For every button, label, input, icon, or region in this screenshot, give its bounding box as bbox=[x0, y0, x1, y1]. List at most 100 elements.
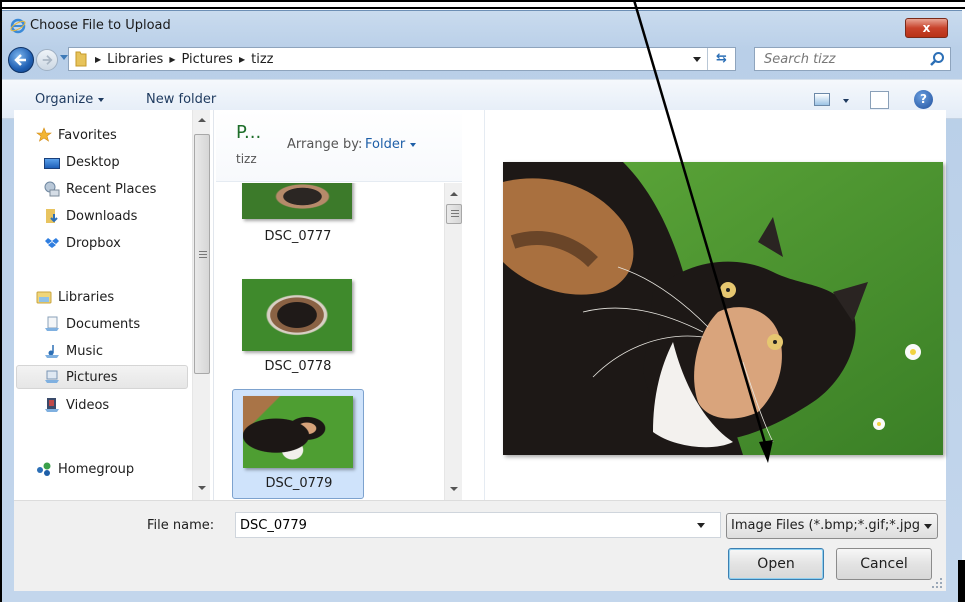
music-icon bbox=[45, 345, 59, 358]
file-item[interactable]: DSC_0777 bbox=[232, 183, 364, 259]
file-name-history-dropdown[interactable] bbox=[697, 523, 705, 528]
file-type-filter-value: Image Files (*.bmp;*.gif;*.jpg bbox=[731, 518, 920, 533]
change-view-icon[interactable] bbox=[814, 93, 830, 106]
sidebar-item-label: Documents bbox=[66, 316, 141, 332]
sidebar-item-label: Pictures bbox=[66, 369, 118, 385]
scrollbar-thumb[interactable] bbox=[446, 204, 462, 224]
thumbnail-image bbox=[242, 279, 352, 351]
back-arrow-icon bbox=[14, 54, 26, 66]
sidebar-item-pictures[interactable]: Pictures bbox=[16, 365, 188, 389]
address-bar[interactable]: ▶ Libraries ▶ Pictures ▶ tizz ⇆ bbox=[68, 47, 736, 71]
sidebar-item-homegroup[interactable]: Homegroup bbox=[36, 457, 212, 481]
sidebar-item-label: Libraries bbox=[58, 289, 115, 305]
arrange-by-value: Folder bbox=[365, 137, 406, 152]
back-button[interactable] bbox=[8, 47, 34, 73]
file-list-pane: P... tizz Arrange by: Folder DSC_0777 DS… bbox=[216, 110, 462, 500]
help-icon[interactable]: ? bbox=[914, 90, 933, 109]
documents-icon bbox=[45, 316, 59, 331]
recent-pages-dropdown[interactable] bbox=[60, 55, 68, 60]
close-icon: x bbox=[922, 21, 931, 35]
breadcrumb-tizz[interactable]: tizz bbox=[251, 52, 273, 67]
window-title: Choose File to Upload bbox=[30, 18, 171, 33]
scroll-up-arrow-icon[interactable] bbox=[450, 192, 458, 196]
dialog-content: Favorites Desktop Recent Places Download… bbox=[14, 110, 946, 500]
chevron-down-icon bbox=[924, 524, 932, 529]
breadcrumb-pictures[interactable]: Pictures bbox=[181, 52, 232, 67]
annotation-border bbox=[0, 7, 965, 9]
refresh-icon: ⇆ bbox=[716, 51, 727, 66]
dropbox-icon bbox=[45, 238, 59, 248]
sidebar-item-label: Desktop bbox=[66, 154, 120, 170]
sidebar-item-label: Recent Places bbox=[66, 181, 157, 197]
navigation-pane: Favorites Desktop Recent Places Download… bbox=[14, 110, 214, 500]
file-item[interactable]: DSC_0778 bbox=[232, 279, 364, 379]
sidebar-item-label: Music bbox=[66, 343, 103, 359]
preview-pane-toggle-icon[interactable] bbox=[870, 91, 889, 109]
chevron-down-icon bbox=[410, 142, 417, 147]
resize-grip-icon[interactable] bbox=[932, 578, 942, 588]
downloads-icon bbox=[46, 209, 58, 223]
file-type-filter-select[interactable]: Image Files (*.bmp;*.gif;*.jpg bbox=[726, 513, 938, 539]
breadcrumb-separator-icon[interactable]: ▶ bbox=[169, 55, 175, 64]
cancel-button[interactable]: Cancel bbox=[836, 548, 932, 580]
library-title: P... bbox=[236, 122, 262, 143]
annotation-bar bbox=[958, 560, 965, 602]
sidebar-item-label: Homegroup bbox=[58, 461, 135, 477]
breadcrumb-separator-icon[interactable]: ▶ bbox=[239, 55, 245, 64]
folder-icon bbox=[75, 51, 87, 67]
address-history-dropdown[interactable] bbox=[693, 57, 701, 62]
arrange-by-label: Arrange by: bbox=[287, 137, 363, 152]
forward-arrow-icon bbox=[42, 55, 53, 65]
library-header: P... tizz Arrange by: Folder bbox=[216, 110, 462, 182]
file-name-input[interactable] bbox=[235, 512, 721, 538]
breadcrumb-separator-icon: ▶ bbox=[95, 55, 102, 64]
library-subtitle: tizz bbox=[236, 152, 257, 166]
scroll-down-arrow-icon[interactable] bbox=[450, 487, 458, 491]
file-name-label: DSC_0777 bbox=[264, 229, 332, 244]
file-list-scrollbar[interactable] bbox=[444, 183, 462, 500]
scroll-up-arrow-icon[interactable] bbox=[198, 118, 206, 122]
search-input[interactable]: Search tizz bbox=[764, 52, 835, 67]
sidebar-item-label: Dropbox bbox=[66, 235, 121, 251]
search-box[interactable]: Search tizz bbox=[754, 47, 951, 71]
file-name-label: DSC_0779 bbox=[265, 476, 333, 491]
sidebar-item-label: Favorites bbox=[58, 127, 117, 143]
breadcrumb-libraries[interactable]: Libraries bbox=[107, 52, 163, 67]
preview-image bbox=[503, 162, 943, 455]
organize-label: Organize bbox=[35, 92, 94, 107]
file-item-selected[interactable]: DSC_0779 bbox=[232, 389, 364, 499]
arrange-by-dropdown[interactable]: Folder bbox=[365, 137, 417, 152]
sidebar-item-libraries[interactable]: Libraries bbox=[36, 285, 212, 309]
desktop-icon bbox=[44, 157, 60, 169]
sidebar-item-label: Downloads bbox=[66, 208, 138, 224]
file-name-label: DSC_0778 bbox=[264, 359, 332, 374]
file-thumbnails: DSC_0777 DSC_0778 DSC_0779 bbox=[216, 183, 444, 500]
internet-explorer-icon bbox=[10, 18, 26, 34]
refresh-button[interactable]: ⇆ bbox=[707, 48, 735, 70]
thumbnail-image bbox=[243, 396, 353, 468]
star-icon bbox=[36, 127, 52, 142]
sidebar-item-label: Videos bbox=[66, 397, 110, 413]
new-folder-button[interactable]: New folder bbox=[146, 92, 216, 107]
search-icon[interactable] bbox=[929, 51, 945, 67]
breadcrumb: ▶ Libraries ▶ Pictures ▶ tizz bbox=[95, 52, 273, 67]
scrollbar-thumb[interactable] bbox=[194, 134, 210, 374]
scroll-down-arrow-icon[interactable] bbox=[198, 486, 206, 490]
title-bar: Choose File to Upload x bbox=[2, 11, 962, 39]
file-dialog: Choose File to Upload x ▶ Libraries ▶ Pi… bbox=[2, 10, 962, 602]
homegroup-icon bbox=[37, 462, 51, 476]
libraries-icon bbox=[36, 291, 52, 304]
close-button[interactable]: x bbox=[905, 18, 948, 38]
navigation-bar: ▶ Libraries ▶ Pictures ▶ tizz ⇆ Search t… bbox=[2, 45, 962, 73]
recent-places-icon bbox=[44, 181, 60, 197]
pictures-icon bbox=[45, 370, 59, 383]
organize-menu[interactable]: Organize bbox=[35, 92, 105, 107]
open-button[interactable]: Open bbox=[728, 548, 824, 580]
videos-icon bbox=[45, 398, 59, 412]
navigation-pane-scrollbar[interactable] bbox=[192, 110, 210, 500]
preview-pane bbox=[484, 110, 946, 500]
forward-button[interactable] bbox=[36, 49, 58, 71]
sidebar-item-favorites[interactable]: Favorites bbox=[36, 123, 212, 147]
chevron-down-icon bbox=[98, 97, 105, 102]
view-options-dropdown[interactable] bbox=[843, 99, 849, 103]
